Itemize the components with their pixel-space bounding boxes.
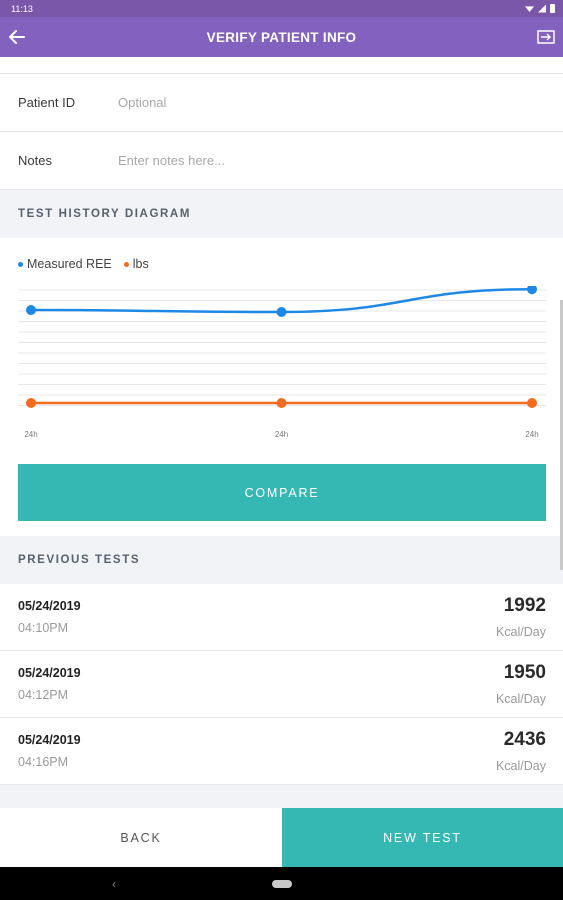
wifi-icon [525, 6, 534, 12]
data-point-lbs [26, 398, 36, 408]
clipped-field-row [0, 57, 563, 74]
scroll-content[interactable]: Patient ID Optional Notes Enter notes he… [0, 57, 563, 808]
test-row[interactable]: 05/24/2019 04:12PM 1950 Kcal/Day [0, 651, 563, 718]
legend-swatch-lbs [123, 261, 129, 267]
app-bar: VERIFY PATIENT INFO [0, 17, 563, 57]
legend-label-lbs: lbs [132, 257, 149, 271]
test-history-heading: TEST HISTORY DIAGRAM [0, 190, 563, 238]
nav-home-icon[interactable] [271, 879, 292, 888]
test-unit: Kcal/Day [495, 625, 546, 639]
test-value: 2436 [503, 729, 546, 750]
status-time: 11:13 [11, 3, 33, 14]
signal-icon [538, 4, 546, 13]
patient-id-label: Patient ID [18, 95, 76, 110]
legend-label-ree: Measured REE [27, 257, 112, 271]
back-arrow-icon [9, 30, 25, 44]
test-row[interactable]: 05/24/2019 04:16PM 2436 Kcal/Day [0, 718, 563, 785]
test-time: 04:16PM [18, 755, 69, 769]
test-date: 05/24/2019 [18, 666, 81, 680]
x-tick-label: 24h [24, 430, 37, 439]
back-arrow-button[interactable] [6, 26, 28, 48]
x-tick-label: 24h [275, 430, 288, 439]
status-bar: 11:13 [0, 0, 563, 17]
test-date: 05/24/2019 [18, 599, 81, 613]
notes-input[interactable]: Enter notes here... [118, 153, 563, 168]
x-tick-label: 24h [525, 430, 538, 439]
bottom-action-bar: BACK NEW TEST [0, 808, 563, 867]
nav-back-icon[interactable]: ‹ [112, 877, 116, 891]
back-button[interactable]: BACK [0, 808, 282, 867]
patient-id-row: Patient ID Optional [0, 74, 563, 132]
previous-tests-heading: PREVIOUS TESTS [0, 536, 563, 584]
test-time: 04:10PM [18, 621, 69, 635]
test-value: 1992 [503, 595, 546, 616]
test-result: 2436 Kcal/Day [496, 729, 546, 773]
data-point-ree [276, 307, 287, 317]
test-row[interactable]: 05/24/2019 04:10PM 1992 Kcal/Day [0, 584, 563, 651]
legend-item-ree: Measured REE [18, 257, 112, 271]
legend-swatch-ree [18, 261, 23, 267]
data-point-ree [527, 286, 537, 295]
notes-label: Notes [18, 153, 52, 168]
compare-button[interactable]: COMPARE [18, 464, 546, 521]
chart-legend: Measured REE lbs [18, 257, 149, 271]
test-datetime: 05/24/2019 04:16PM [18, 733, 81, 769]
test-history-chart: Measured REE lbs 24h 24h 24h COMPARE [0, 238, 563, 536]
patient-id-input[interactable]: Optional [118, 95, 563, 110]
test-unit: Kcal/Day [495, 692, 546, 706]
new-test-button[interactable]: NEW TEST [282, 808, 563, 867]
test-datetime: 05/24/2019 04:12PM [18, 666, 81, 702]
test-time: 04:12PM [18, 688, 69, 702]
exit-button[interactable] [535, 26, 557, 48]
test-value: 1950 [503, 662, 546, 683]
test-result: 1950 Kcal/Day [496, 662, 546, 706]
data-point-ree [26, 305, 36, 316]
battery-icon [550, 4, 555, 13]
test-date: 05/24/2019 [18, 733, 81, 747]
test-result: 1992 Kcal/Day [496, 595, 546, 639]
line-chart: 24h 24h 24h [18, 286, 546, 439]
legend-item-lbs: lbs [123, 257, 149, 271]
system-nav-bar: ‹ [0, 867, 563, 900]
page-title: VERIFY PATIENT INFO [206, 29, 357, 45]
test-datetime: 05/24/2019 04:10PM [18, 599, 81, 635]
data-point-lbs [527, 398, 537, 408]
status-icons [525, 4, 555, 13]
test-unit: Kcal/Day [495, 759, 546, 773]
exit-icon [537, 30, 555, 44]
data-point-lbs [276, 398, 287, 408]
notes-row: Notes Enter notes here... [0, 132, 563, 190]
